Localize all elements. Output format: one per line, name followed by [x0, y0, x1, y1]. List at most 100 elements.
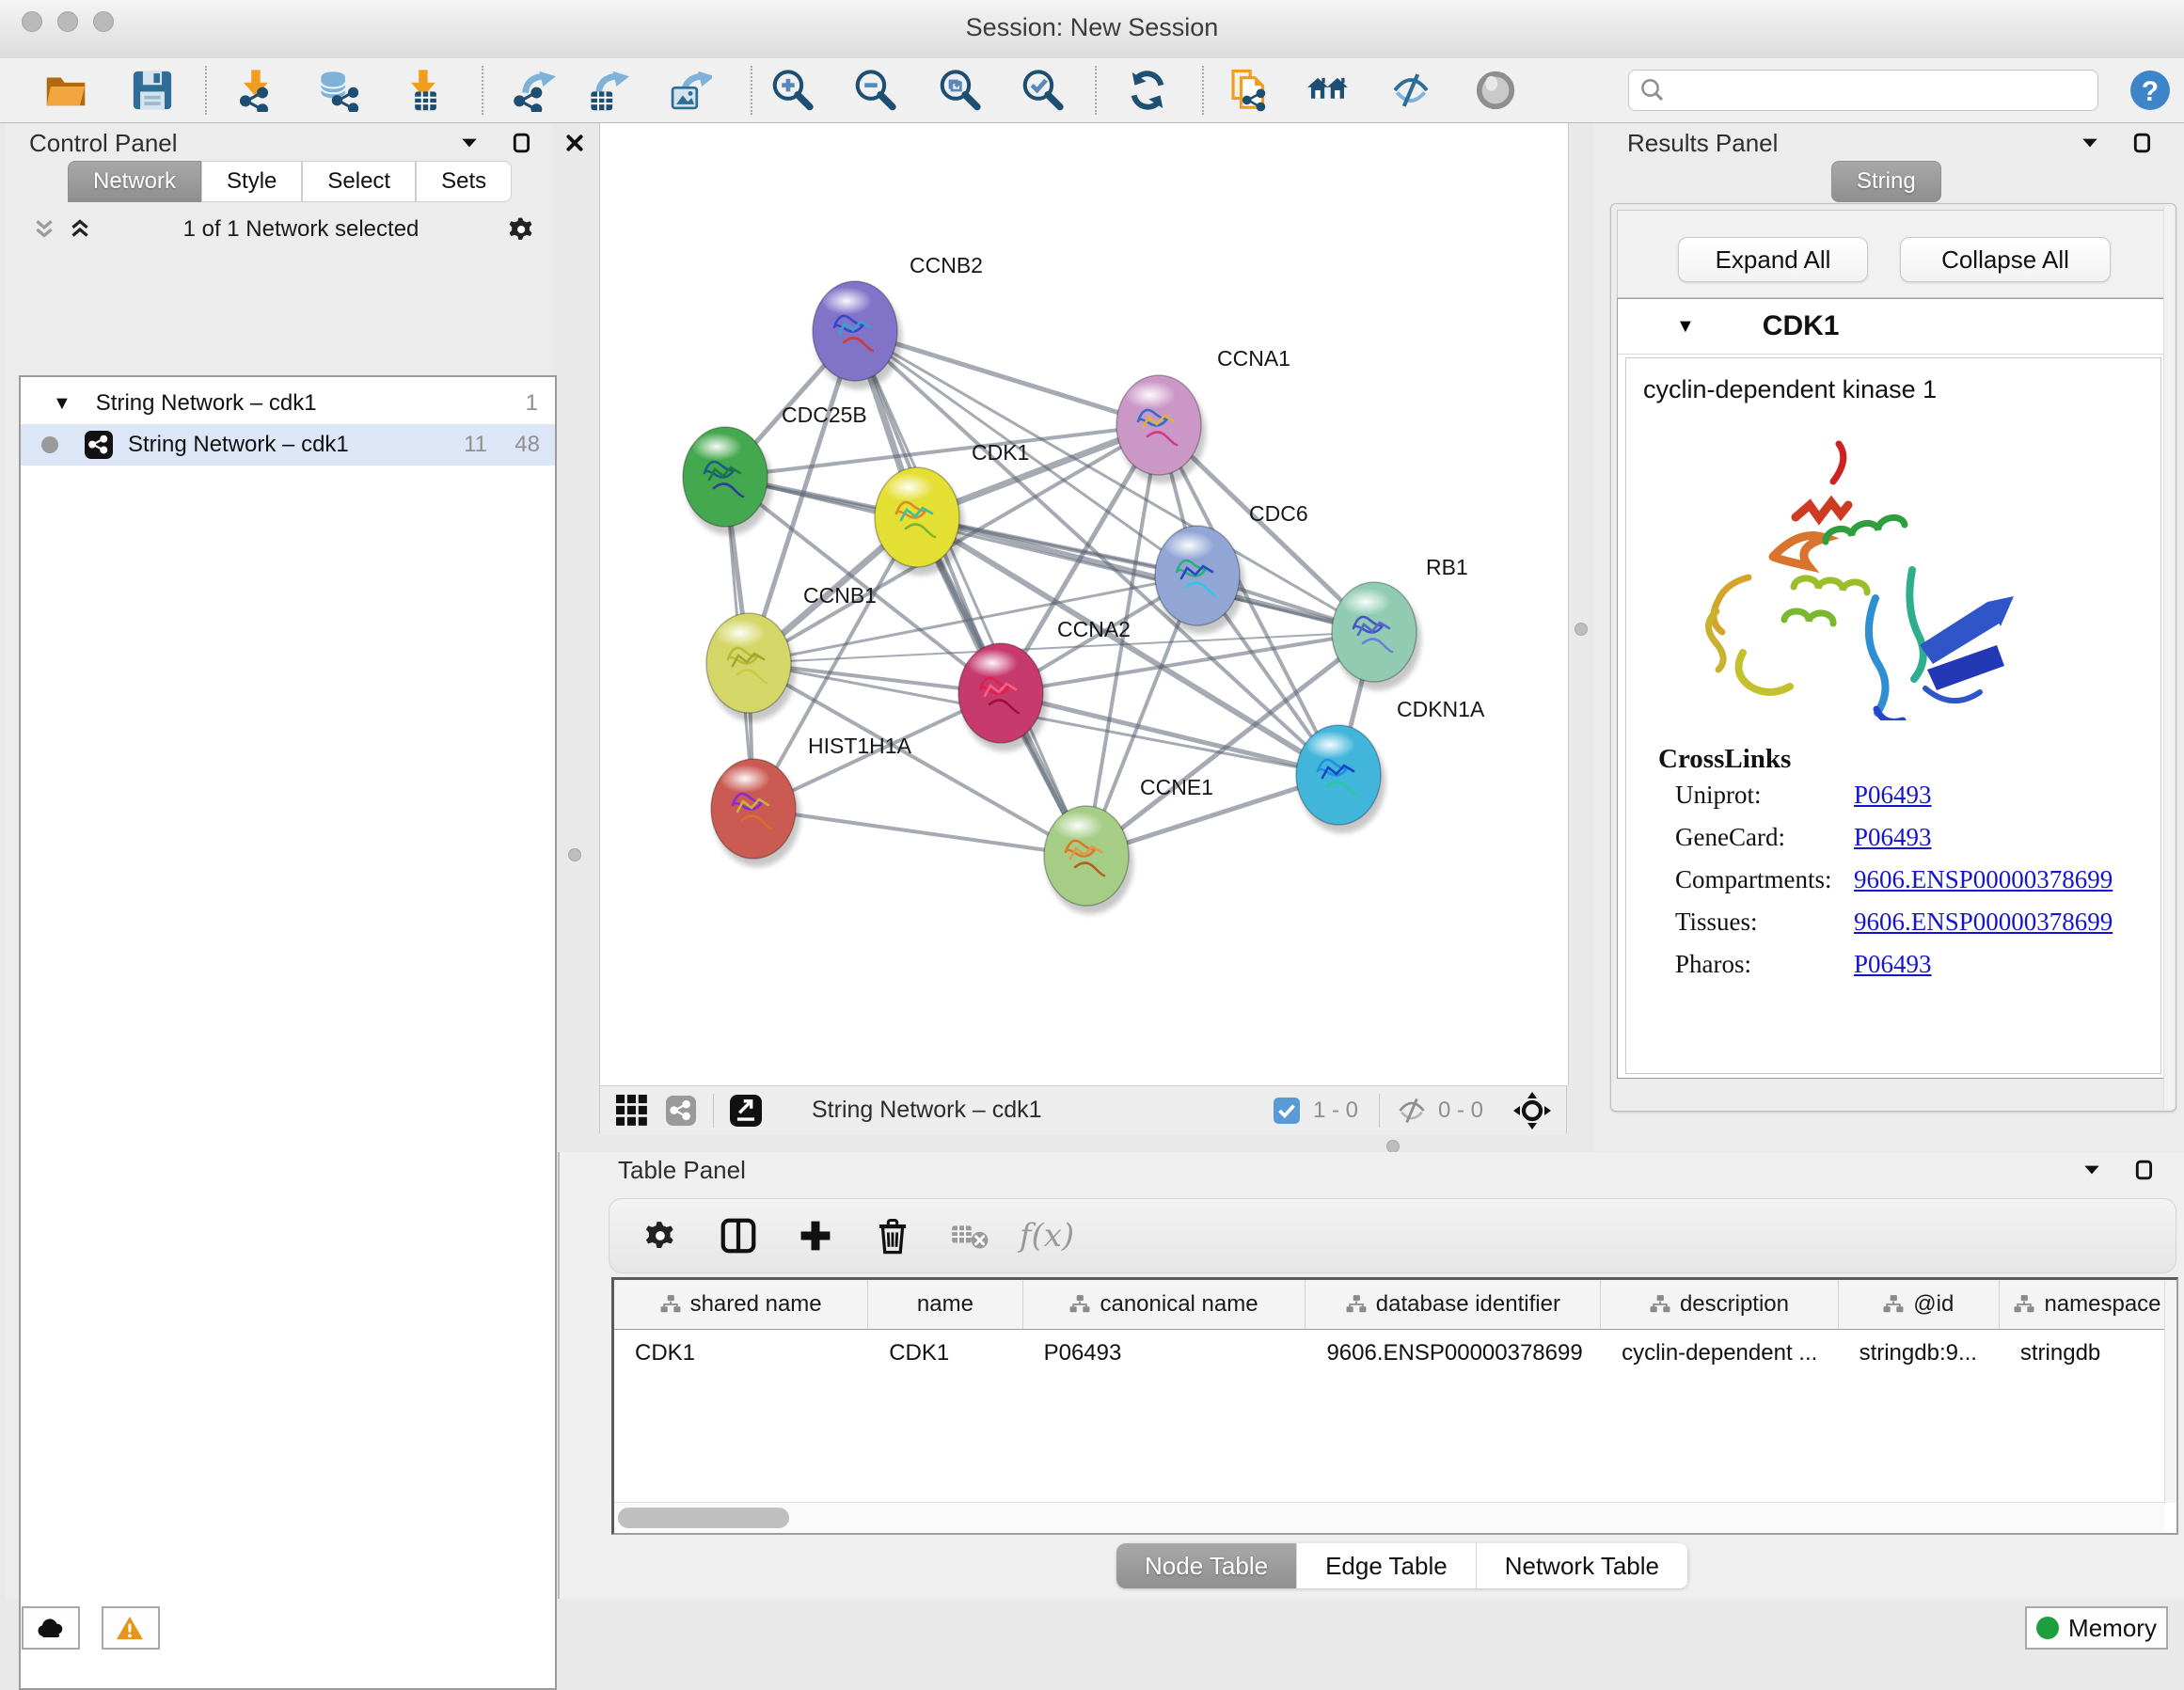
crosslink-link[interactable]: P06493: [1854, 781, 1932, 810]
column-header[interactable]: @id: [1839, 1280, 2000, 1329]
table-vertical-scrollbar[interactable]: [2164, 1280, 2176, 1503]
panel-float-icon[interactable]: [2129, 129, 2157, 157]
result-entry-header[interactable]: ▼ CDK1: [1618, 299, 2169, 355]
zoom-selected-icon[interactable]: [1016, 64, 1068, 117]
tab-node-table[interactable]: Node Table: [1116, 1543, 1297, 1588]
help-icon[interactable]: ?: [2124, 64, 2176, 117]
column-header[interactable]: description: [1601, 1280, 1838, 1329]
crosslink-link[interactable]: 9606.ENSP00000378699: [1854, 865, 2113, 894]
expand-all-icon[interactable]: [66, 215, 94, 244]
scrollbar-thumb[interactable]: [618, 1508, 789, 1528]
column-header[interactable]: name: [868, 1280, 1022, 1329]
table-horizontal-scrollbar[interactable]: [614, 1502, 2165, 1533]
open-in-window-icon[interactable]: [727, 1092, 765, 1129]
import-database-icon[interactable]: [310, 64, 363, 117]
warning-status-button[interactable]: [102, 1606, 160, 1650]
import-table-icon[interactable]: [399, 64, 451, 117]
search-field[interactable]: [1628, 70, 2098, 111]
network-node-CDK1[interactable]: [875, 467, 964, 576]
table-cell[interactable]: stringdb: [2000, 1330, 2176, 1377]
network-node-CCNE1[interactable]: [1044, 806, 1133, 914]
birdseye-view-icon[interactable]: [613, 1092, 651, 1129]
tab-style[interactable]: Style: [201, 161, 302, 202]
network-node-RB1[interactable]: [1332, 582, 1421, 690]
network-node-CCNB1[interactable]: [706, 613, 796, 721]
network-collection-row[interactable]: ▼ String Network – cdk1 1: [21, 383, 555, 424]
column-header[interactable]: canonical name: [1023, 1280, 1306, 1329]
table-cell[interactable]: stringdb:9...: [1839, 1330, 2000, 1377]
network-node-HIST1H1A[interactable]: [711, 759, 800, 867]
results-scrollbar[interactable]: [2163, 206, 2174, 1109]
network-node-CCNA2[interactable]: [958, 643, 1048, 751]
add-column-icon[interactable]: [790, 1210, 841, 1261]
zoom-in-icon[interactable]: [766, 64, 818, 117]
attribute-hierarchy-icon: [2014, 1294, 2034, 1315]
export-network-icon[interactable]: [508, 64, 561, 117]
column-header[interactable]: namespace: [2000, 1280, 2176, 1329]
export-table-icon[interactable]: [581, 64, 634, 117]
gear-icon[interactable]: [508, 215, 536, 244]
network-node-CCNB2[interactable]: [813, 281, 902, 389]
crosslink-link[interactable]: 9606.ENSP00000378699: [1854, 908, 2113, 937]
table-cell[interactable]: P06493: [1023, 1330, 1306, 1377]
tab-select[interactable]: Select: [302, 161, 416, 202]
collapse-triangle-icon[interactable]: ▼: [1676, 316, 1695, 338]
network-edge[interactable]: [855, 331, 1086, 856]
memory-button[interactable]: Memory: [2025, 1606, 2168, 1650]
table-cell[interactable]: CDK1: [868, 1330, 1022, 1377]
tab-network-table[interactable]: Network Table: [1477, 1543, 1688, 1588]
selected-checkbox-icon[interactable]: [1268, 1092, 1306, 1129]
table-cell[interactable]: 9606.ENSP00000378699: [1306, 1330, 1601, 1377]
gray-orb-icon[interactable]: [1469, 64, 1522, 117]
save-session-icon[interactable]: [126, 64, 179, 117]
panel-float-icon[interactable]: [2130, 1156, 2159, 1184]
open-file-icon[interactable]: [40, 64, 92, 117]
collapse-all-button[interactable]: Collapse All: [1900, 237, 2111, 282]
panel-minimize-icon[interactable]: [455, 129, 483, 157]
tab-network[interactable]: Network: [68, 161, 201, 202]
network-canvas[interactable]: CCNB2CCNA1CDC25BCDK1CDC6RB1CCNB1CCNA2CDK…: [599, 123, 1569, 1085]
cloud-status-button[interactable]: [22, 1606, 80, 1650]
network-node-CDKN1A[interactable]: [1296, 725, 1385, 833]
hide-elements-icon[interactable]: [1385, 64, 1437, 117]
table-cell[interactable]: cyclin-dependent ...: [1601, 1330, 1838, 1377]
table-settings-icon[interactable]: [636, 1210, 687, 1261]
network-edge[interactable]: [753, 809, 1086, 856]
table-header-row[interactable]: shared namenamecanonical namedatabase id…: [614, 1280, 2176, 1330]
column-header[interactable]: database identifier: [1306, 1280, 1601, 1329]
panel-close-icon[interactable]: [561, 129, 589, 157]
zoom-out-icon[interactable]: [848, 64, 901, 117]
import-network-icon[interactable]: [231, 64, 284, 117]
refresh-icon[interactable]: [1121, 64, 1174, 117]
tab-sets[interactable]: Sets: [416, 161, 512, 202]
left-splitter-handle[interactable]: [568, 848, 581, 861]
table-row[interactable]: CDK1CDK1P064939606.ENSP00000378699cyclin…: [614, 1330, 2176, 1377]
crosshair-icon[interactable]: [1513, 1092, 1551, 1129]
search-input[interactable]: [1667, 76, 2084, 104]
home-pages-icon[interactable]: [1302, 64, 1354, 117]
tab-edge-table[interactable]: Edge Table: [1297, 1543, 1477, 1588]
table-cell[interactable]: CDK1: [614, 1330, 868, 1377]
panel-float-icon[interactable]: [508, 129, 536, 157]
string-network-gray-icon[interactable]: [662, 1092, 700, 1129]
table-splitter-handle[interactable]: [1386, 1140, 1400, 1153]
network-node-CDC25B[interactable]: [683, 427, 772, 535]
node-label-CCNE1: CCNE1: [1140, 775, 1213, 799]
panel-minimize-icon[interactable]: [2076, 129, 2104, 157]
zoom-fit-icon[interactable]: [933, 64, 986, 117]
right-splitter-handle[interactable]: [1575, 623, 1588, 636]
export-image-icon[interactable]: [664, 64, 717, 117]
collapse-all-icon[interactable]: [30, 215, 58, 244]
network-node-CCNA1[interactable]: [1116, 375, 1206, 483]
crosslink-link[interactable]: P06493: [1854, 950, 1932, 979]
crosslink-link[interactable]: P06493: [1854, 823, 1932, 852]
panel-minimize-icon[interactable]: [2078, 1156, 2106, 1184]
column-header[interactable]: shared name: [614, 1280, 868, 1329]
network-row-selected[interactable]: String Network – cdk1 11 48: [21, 424, 555, 466]
collapse-triangle-icon[interactable]: ▼: [53, 393, 71, 415]
share-document-icon[interactable]: [1223, 64, 1275, 117]
delete-column-icon[interactable]: [867, 1210, 918, 1261]
expand-all-button[interactable]: Expand All: [1678, 237, 1868, 282]
show-columns-icon[interactable]: [713, 1210, 764, 1261]
tab-string[interactable]: String: [1831, 161, 1941, 202]
